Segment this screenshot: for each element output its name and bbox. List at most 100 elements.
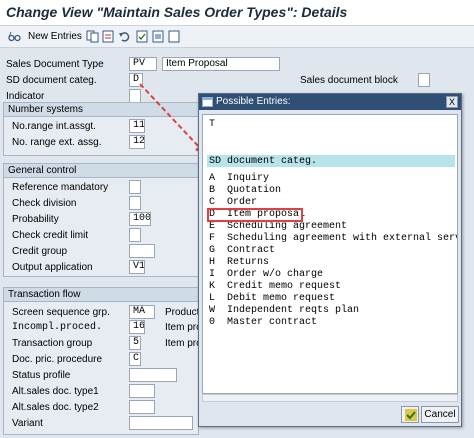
check-division-field[interactable] (129, 196, 141, 210)
entry-code: L (209, 293, 216, 304)
entry-text: Order w/o charge (227, 269, 324, 280)
selected-entry-highlight (207, 208, 303, 222)
list-item[interactable]: 0 Master contract (209, 317, 317, 328)
list-item[interactable]: E Scheduling agreement (209, 221, 347, 232)
close-icon[interactable]: X (446, 96, 458, 108)
list-item[interactable]: G Contract (209, 245, 275, 256)
ok-button[interactable] (401, 406, 419, 423)
number-systems-title: Number systems (8, 104, 84, 115)
general-control-title: General control (8, 165, 77, 176)
delete-icon[interactable] (102, 30, 115, 43)
dialog-title-bar: Possible Entries: X (199, 94, 461, 110)
horizontal-scrollbar[interactable] (202, 394, 458, 402)
check-division-label: Check division (12, 198, 77, 209)
entry-text: Scheduling agreement (227, 221, 348, 232)
incompl-proced-field[interactable]: 16 (129, 320, 145, 334)
screen-sequence-label: Screen sequence grp. (12, 307, 110, 318)
list-item[interactable]: B Quotation (209, 185, 281, 196)
column-header: SD document categ. (209, 156, 318, 167)
entry-text: Contract (227, 245, 276, 256)
copy-icon[interactable] (86, 30, 99, 43)
select-block-icon[interactable] (152, 30, 165, 43)
entry-code: F (209, 233, 216, 244)
entry-code: I (209, 269, 216, 280)
title-bar: Change View "Maintain Sales Order Types"… (0, 0, 474, 26)
indicator-field[interactable] (129, 89, 141, 103)
credit-group-field[interactable] (129, 244, 155, 258)
variant-field[interactable] (129, 416, 193, 430)
list-item[interactable]: K Credit memo request (209, 281, 341, 292)
check-credit-limit-field[interactable] (129, 228, 141, 242)
select-all-icon[interactable] (136, 30, 149, 43)
entry-text: Returns (227, 257, 270, 268)
window-icon (202, 97, 213, 107)
credit-group-label: Credit group (12, 246, 68, 257)
entry-text: Credit memo request (227, 281, 342, 292)
item-partial-label-2: Item pro (165, 338, 202, 349)
screen-sequence-field[interactable]: MA (129, 305, 155, 319)
entry-code: A (209, 173, 216, 184)
new-entries-button[interactable]: New Entries (28, 31, 82, 42)
checkmark-icon (405, 409, 417, 421)
entry-code: E (209, 221, 216, 232)
list-item[interactable]: W Independent reqts plan (209, 305, 359, 316)
reference-mandatory-label: Reference mandatory (12, 182, 109, 193)
entry-code: C (209, 197, 216, 208)
check-credit-limit-label: Check credit limit (12, 230, 89, 241)
toolbar: New Entries (0, 26, 474, 48)
list-item[interactable]: F Scheduling agreement with external serv… (209, 233, 458, 244)
entry-text: Debit memo request (227, 293, 336, 304)
alt-sales-doc-type1-field[interactable] (129, 384, 155, 398)
entry-code: B (209, 185, 216, 196)
sales-document-type-field[interactable]: PV (129, 57, 157, 71)
status-profile-field[interactable] (129, 368, 177, 382)
undo-icon[interactable] (118, 30, 131, 43)
doc-pric-procedure-field[interactable]: C (129, 352, 141, 366)
alt-sales-doc-type2-label: Alt.sales doc. type2 (12, 402, 99, 413)
sd-document-categ-label: SD document categ. (6, 75, 97, 86)
probability-field[interactable]: 100 (129, 212, 151, 226)
list-item[interactable]: L Debit memo request (209, 293, 335, 304)
window-title: Change View "Maintain Sales Order Types"… (6, 4, 348, 20)
doc-pric-procedure-label: Doc. pric. procedure (12, 354, 103, 365)
possible-entries-dialog: Possible Entries: X T SD document categ.… (198, 93, 462, 427)
entry-text: Master contract (227, 317, 318, 328)
entry-code: K (209, 281, 216, 292)
entry-code: W (209, 305, 216, 316)
glasses-icon[interactable] (8, 30, 21, 43)
entry-text: Inquiry (227, 173, 270, 184)
alt-sales-doc-type2-field[interactable] (129, 400, 155, 414)
entry-code: H (209, 257, 216, 268)
transaction-flow-title: Transaction flow (8, 289, 81, 300)
entry-text: Quotation (227, 185, 282, 196)
cancel-button[interactable]: Cancel (421, 406, 459, 423)
output-application-field[interactable]: V1 (129, 260, 145, 274)
list-item[interactable]: C Order (209, 197, 257, 208)
sales-document-block-field[interactable] (418, 73, 430, 87)
entry-text: Independent reqts plan (227, 305, 360, 316)
entry-code: 0 (209, 317, 216, 328)
sales-document-block-label: Sales document block (300, 75, 398, 86)
list-item[interactable]: A Inquiry (209, 173, 269, 184)
no-range-ext-field[interactable]: 12 (129, 135, 145, 149)
no-range-ext-label: No. range ext. assg. (12, 137, 102, 148)
reference-mandatory-field[interactable] (129, 180, 141, 194)
sales-document-type-description: Item Proposal (162, 57, 280, 71)
product-partial-label: Product (165, 307, 200, 318)
no-range-int-field[interactable]: 11 (129, 119, 145, 133)
list-item[interactable]: H Returns (209, 257, 269, 268)
entry-text: Scheduling agreement with external servi… (227, 233, 458, 244)
filter-text: T (209, 119, 216, 130)
entries-list: T SD document categ. A Inquiry B Quotation C… (202, 114, 458, 394)
entry-code: G (209, 245, 216, 256)
deselect-all-icon[interactable] (168, 30, 181, 43)
sd-document-categ-field[interactable]: D (129, 73, 143, 87)
indicator-label: Indicator (6, 91, 45, 102)
item-partial-label-1: Item pro (165, 322, 202, 333)
no-range-int-label: No.range int.assgt. (12, 121, 96, 132)
status-profile-label: Status profile (12, 370, 71, 381)
alt-sales-doc-type1-label: Alt.sales doc. type1 (12, 386, 99, 397)
output-application-label: Output application (12, 262, 93, 273)
list-item[interactable]: I Order w/o charge (209, 269, 323, 280)
transaction-group-field[interactable]: 5 (129, 336, 141, 350)
